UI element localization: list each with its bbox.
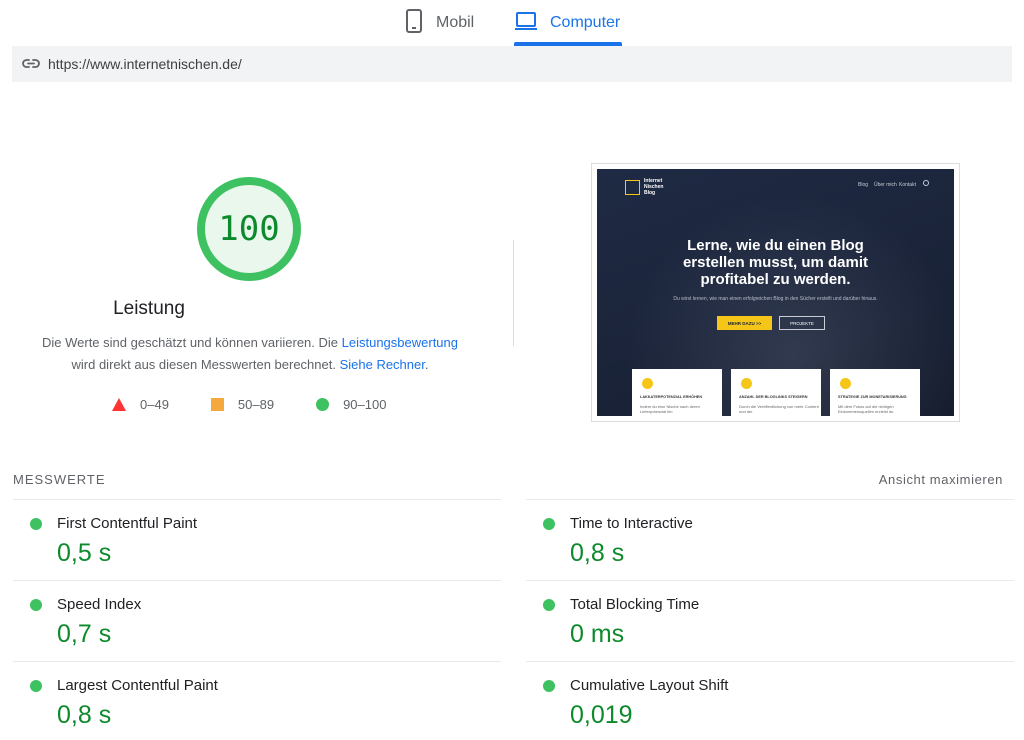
site-search-icon [923, 180, 929, 186]
legend-pass: 90–100 [316, 397, 386, 412]
site-logo-text: Internet Nischen Blog [644, 178, 674, 196]
tab-mobile[interactable]: Mobil [404, 0, 474, 46]
metric-name: First Contentful Paint [57, 515, 198, 532]
metric-total-blocking-time: Total Blocking Time 0 ms [526, 580, 1014, 661]
pass-circle-icon [543, 680, 555, 692]
card-text: Durch die Veröffentlichung von mehr Cont… [739, 404, 819, 414]
card-icon [840, 378, 851, 389]
vertical-divider [513, 240, 514, 346]
description-text-2: wird direkt aus diesen Messwerten berech… [71, 357, 340, 372]
site-logo-icon [625, 180, 640, 195]
description-text-3: . [424, 357, 429, 372]
card-title: ANZAHL DER BLOGLINKS STEIGERN [739, 395, 808, 399]
card-title: LAKKATERPOTENZIAL ERHÖHEN [640, 395, 703, 399]
site-nav-blog: Blog [858, 182, 869, 188]
scoring-link[interactable]: Leistungsbewertung [342, 335, 458, 350]
performance-title: Leistung [113, 298, 185, 319]
metrics-column-left: First Contentful Paint 0,5 s Speed Index… [13, 499, 501, 740]
site-headline: Lerne, wie du einen Blog erstellen musst… [597, 237, 954, 288]
final-screenshot[interactable]: Internet Nischen Blog Blog Über mich Kon… [591, 163, 960, 422]
description-text-1: Die Werte sind geschätzt und können vari… [41, 335, 342, 350]
pass-circle-icon [30, 680, 42, 692]
site-card: STRATEGIE ZUR MONETARISIERUNG Mit dem Fo… [830, 369, 920, 416]
logo-line: Blog [644, 190, 656, 196]
headline-line: profitabel zu werden. [700, 271, 851, 288]
tab-mobile-label: Mobil [436, 14, 475, 31]
metric-value: 0,8 s [570, 539, 625, 567]
metric-time-to-interactive: Time to Interactive 0,8 s [526, 499, 1014, 580]
laptop-icon [514, 11, 538, 36]
metric-cumulative-layout-shift: Cumulative Layout Shift 0,019 [526, 661, 1014, 740]
card-icon [741, 378, 752, 389]
performance-gauge: 100 [196, 176, 302, 282]
metric-name: Time to Interactive [570, 515, 693, 532]
metric-value: 0,5 s [57, 539, 112, 567]
smartphone-icon [404, 8, 424, 38]
site-secondary-button: PROJEKTE [779, 316, 825, 330]
tab-desktop-label: Computer [550, 14, 621, 31]
legend-fail: 0–49 [112, 397, 169, 412]
site-nav-contact: Kontakt [899, 182, 916, 188]
metric-name: Cumulative Layout Shift [570, 677, 729, 694]
pass-circle-icon [30, 599, 42, 611]
score-description: Die Werte sind geschätzt und können vari… [30, 332, 470, 376]
url-bar: https://www.internetnischen.de/ [12, 46, 1012, 82]
metrics-heading: MESSWERTE [13, 472, 106, 487]
performance-score: 100 [218, 209, 280, 249]
headline-line: Lerne, wie du einen Blog [687, 237, 864, 254]
metrics-column-right: Time to Interactive 0,8 s Total Blocking… [526, 499, 1014, 740]
score-legend: 0–49 50–89 90–100 [112, 397, 428, 412]
card-icon [642, 378, 653, 389]
site-card: LAKKATERPOTENZIAL ERHÖHEN Indem du eine … [632, 369, 722, 416]
site-nav-about: Über mich [874, 182, 897, 188]
legend-average: 50–89 [210, 397, 275, 412]
metric-value: 0,019 [570, 701, 633, 729]
site-subline: Du wirst lernen, wie man einen erfolgrei… [673, 296, 878, 302]
pass-circle-icon [543, 518, 555, 530]
link-icon [22, 58, 40, 70]
tab-desktop[interactable]: Computer [514, 0, 620, 46]
metric-value: 0,7 s [57, 620, 112, 648]
headline-line: erstellen musst, um damit [682, 254, 869, 271]
average-square-icon [210, 398, 224, 411]
legend-pass-label: 90–100 [343, 397, 387, 412]
pass-circle-icon [30, 518, 42, 530]
metric-value: 0 ms [570, 620, 625, 648]
metric-speed-index: Speed Index 0,7 s [13, 580, 501, 661]
expand-view-toggle[interactable]: Ansicht maximieren [879, 472, 1003, 487]
metric-name: Total Blocking Time [570, 596, 700, 613]
metric-first-contentful-paint: First Contentful Paint 0,5 s [13, 499, 501, 580]
pass-circle-icon [543, 599, 555, 611]
pass-circle-icon [316, 398, 330, 411]
fail-triangle-icon [112, 398, 126, 411]
metric-name: Largest Contentful Paint [57, 677, 218, 694]
legend-fail-label: 0–49 [140, 397, 169, 412]
site-primary-button: MEHR DAZU >> [717, 316, 772, 330]
screenshot-canvas: Internet Nischen Blog Blog Über mich Kon… [597, 169, 954, 416]
site-card: ANZAHL DER BLOGLINKS STEIGERN Durch die … [731, 369, 821, 416]
card-text: Indem du eine Nische nach deren Lieferpo… [640, 404, 700, 414]
analyzed-url[interactable]: https://www.internetnischen.de/ [48, 56, 242, 72]
metric-value: 0,8 s [57, 701, 112, 729]
calculator-link[interactable]: Siehe Rechner [340, 357, 425, 372]
device-tabs: Mobil Computer [0, 0, 1024, 46]
metric-largest-contentful-paint: Largest Contentful Paint 0,8 s [13, 661, 501, 740]
legend-average-label: 50–89 [237, 397, 275, 412]
metric-name: Speed Index [57, 596, 142, 613]
card-title: STRATEGIE ZUR MONETARISIERUNG [838, 395, 907, 399]
card-text: Mit dem Fokus auf die richtigen Einkomme… [838, 404, 894, 414]
